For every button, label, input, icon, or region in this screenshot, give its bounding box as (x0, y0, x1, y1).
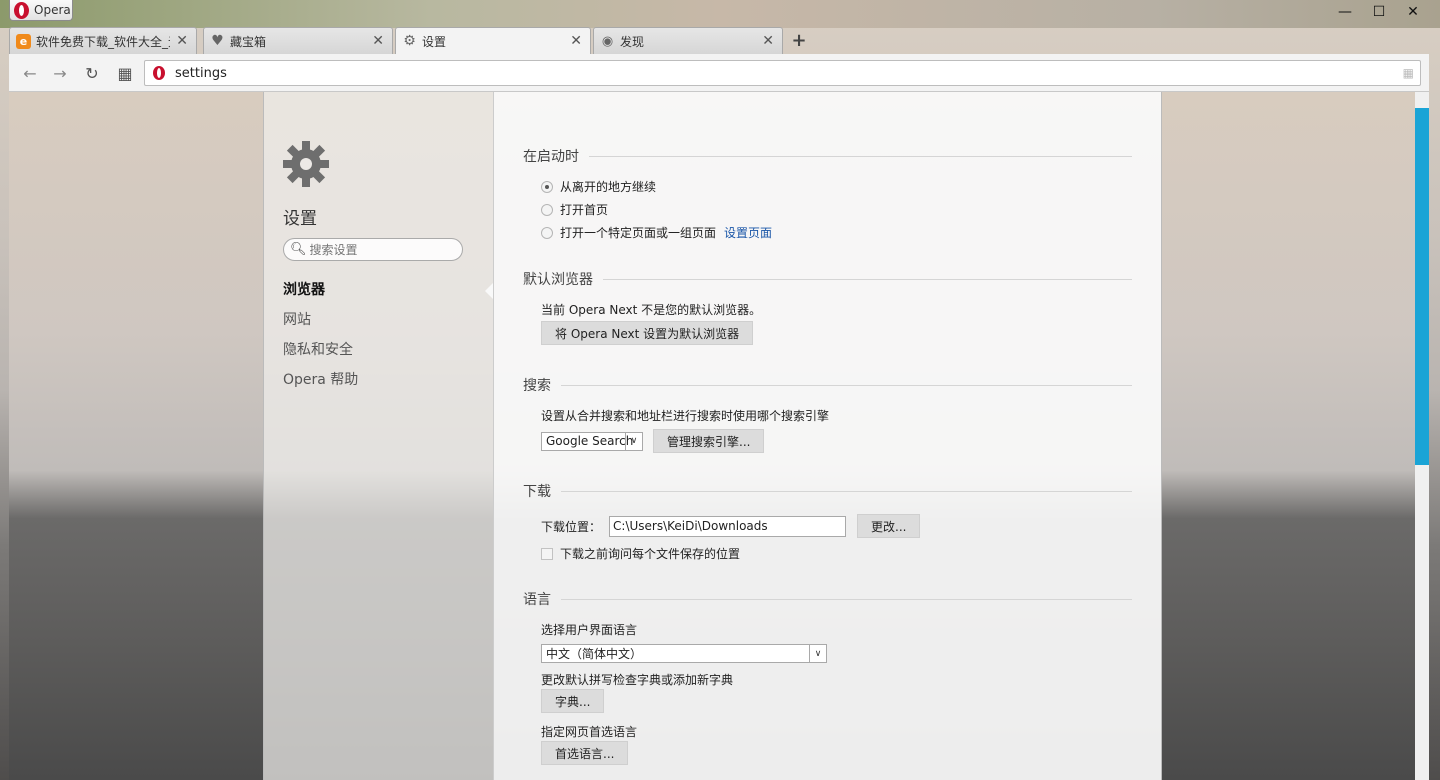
set-pages-link[interactable]: 设置页面 (724, 224, 772, 241)
scrollbar[interactable] (1415, 92, 1429, 780)
option-label: 打开一个特定页面或一组页面 (560, 226, 717, 240)
opera-menu-label: Opera (34, 3, 71, 17)
startup-section: 在启动时 从离开的地方继续 打开首页 打开一个特定页面或一组页面 设置页面 (523, 146, 1132, 246)
close-icon[interactable]: ✕ (762, 33, 774, 49)
settings-gear-icon (283, 141, 329, 187)
opera-page-icon (153, 66, 165, 80)
section-title: 默认浏览器 (523, 269, 1132, 289)
address-text: settings (175, 65, 227, 81)
radio-button[interactable] (541, 180, 553, 193)
tab-software[interactable]: e 软件免费下载_软件大全_无 ✕ (9, 27, 197, 54)
sidebar-item-privacy[interactable]: 隐私和安全 (283, 340, 358, 370)
page-title: 设置 (283, 209, 317, 229)
navigation-toolbar: ← → ↻ ▦ settings ▦ (9, 54, 1429, 92)
page-content: 设置 🔍︎ 浏览器 网站 隐私和安全 Opera 帮助 在启动时 从离开的地方继… (9, 92, 1429, 780)
close-icon[interactable]: ✕ (176, 33, 188, 49)
search-engine-select[interactable]: Google Search ∨ (541, 431, 643, 451)
search-icon: 🔍︎ (290, 242, 307, 257)
heart-icon: ♥ (211, 33, 224, 49)
search-controls: Google Search ∨ 管理搜索引擎... (541, 429, 765, 453)
close-icon[interactable]: ✕ (570, 33, 582, 49)
eye-icon: ◉ (601, 33, 614, 49)
manage-search-engines-button[interactable]: 管理搜索引擎... (653, 429, 765, 453)
maximize-button[interactable]: ☐ (1362, 2, 1396, 22)
section-title: 语言 (523, 589, 1132, 609)
speed-dial-button[interactable]: ▦ (115, 63, 135, 83)
window-titlebar: Opera — ☐ ✕ (0, 0, 1440, 28)
dictionaries-button[interactable]: 字典... (541, 689, 605, 713)
set-default-browser-button[interactable]: 将 Opera Next 设置为默认浏览器 (541, 321, 754, 345)
preferred-language-label: 指定网页首选语言 (541, 725, 638, 739)
tab-label: 设置 (422, 34, 447, 49)
download-location-row: 下载位置： C:\Users\KeiDi\Downloads 更改... (541, 514, 921, 538)
tab-stash[interactable]: ♥ 藏宝箱 ✕ (203, 27, 393, 54)
section-title-text: 默认浏览器 (523, 272, 593, 288)
opera-logo-icon (14, 1, 29, 19)
settings-search[interactable]: 🔍︎ (283, 238, 463, 261)
option-label: 从离开的地方继续 (560, 180, 657, 194)
back-button[interactable]: ← (20, 63, 40, 83)
tab-label: 藏宝箱 (230, 34, 267, 49)
close-window-button[interactable]: ✕ (1396, 2, 1430, 22)
language-section: 语言 选择用户界面语言 中文（简体中文） ∨ 更改默认拼写检查字典或添加新字典 … (523, 589, 1132, 779)
checkbox-label: 下载之前询问每个文件保存的位置 (560, 547, 741, 561)
section-title: 下载 (523, 481, 1132, 501)
sidebar-item-browser[interactable]: 浏览器 (283, 280, 358, 310)
address-bar[interactable]: settings ▦ (144, 60, 1421, 86)
sidebar-item-websites[interactable]: 网站 (283, 310, 358, 340)
orange-e-icon: e (16, 33, 31, 49)
tab-discover[interactable]: ◉ 发现 ✕ (593, 27, 783, 54)
default-browser-status: 当前 Opera Next 不是您的默认浏览器。 (541, 303, 762, 317)
ask-before-download-checkbox[interactable] (541, 547, 553, 560)
reload-button[interactable]: ↻ (82, 63, 102, 83)
minimize-button[interactable]: — (1328, 2, 1362, 22)
spell-check-label: 更改默认拼写检查字典或添加新字典 (541, 673, 734, 687)
tab-bar: e 软件免费下载_软件大全_无 ✕ ♥ 藏宝箱 ✕ ⚙ 设置 ✕ ◉ 发现 ✕ … (9, 27, 1429, 54)
ui-language-select[interactable]: 中文（简体中文） ∨ (541, 644, 827, 663)
default-browser-section: 默认浏览器 当前 Opera Next 不是您的默认浏览器。 将 Opera N… (523, 269, 1132, 349)
chevron-down-icon: ∨ (625, 432, 642, 450)
section-title-text: 下载 (523, 484, 551, 500)
search-section: 搜索 设置从合并搜索和地址栏进行搜索时使用哪个搜索引擎 Google Searc… (523, 375, 1132, 455)
downloads-section: 下载 下载位置： C:\Users\KeiDi\Downloads 更改... … (523, 481, 1132, 571)
section-title-text: 在启动时 (523, 149, 579, 165)
startup-option-continue[interactable]: 从离开的地方继续 (541, 178, 656, 195)
window-controls: — ☐ ✕ (1328, 2, 1430, 22)
ui-language-label: 选择用户界面语言 (541, 623, 638, 637)
startup-option-pages[interactable]: 打开一个特定页面或一组页面 设置页面 (541, 224, 772, 241)
tab-settings[interactable]: ⚙ 设置 ✕ (395, 27, 591, 54)
section-title-text: 搜索 (523, 378, 551, 394)
select-value: Google Search (546, 434, 634, 448)
section-title-text: 语言 (523, 592, 551, 608)
settings-sidebar: 设置 🔍︎ 浏览器 网站 隐私和安全 Opera 帮助 (263, 92, 493, 780)
change-download-location-button[interactable]: 更改... (857, 514, 921, 538)
close-icon[interactable]: ✕ (372, 33, 384, 49)
search-description: 设置从合并搜索和地址栏进行搜索时使用哪个搜索引擎 (541, 409, 830, 423)
grid-icon[interactable]: ▦ (1403, 66, 1414, 80)
option-label: 打开首页 (560, 203, 609, 217)
search-input[interactable] (309, 242, 460, 257)
gear-icon: ⚙ (403, 33, 416, 49)
startup-option-home[interactable]: 打开首页 (541, 201, 608, 218)
settings-main: 在启动时 从离开的地方继续 打开首页 打开一个特定页面或一组页面 设置页面 默认… (493, 92, 1162, 780)
scrollbar-thumb[interactable] (1415, 108, 1429, 465)
section-title: 搜索 (523, 375, 1132, 395)
tab-label: 软件免费下载_软件大全_无 (36, 34, 171, 49)
tab-label: 发现 (620, 34, 645, 49)
preferred-languages-button[interactable]: 首选语言... (541, 741, 629, 765)
download-location-label: 下载位置： (541, 519, 602, 534)
section-title: 在启动时 (523, 146, 1132, 166)
forward-button[interactable]: → (50, 63, 70, 83)
select-value: 中文（简体中文） (546, 647, 643, 661)
sidebar-nav: 浏览器 网站 隐私和安全 Opera 帮助 (283, 280, 358, 400)
opera-menu-button[interactable]: Opera (9, 0, 73, 21)
ask-before-download-row[interactable]: 下载之前询问每个文件保存的位置 (541, 545, 740, 562)
radio-button[interactable] (541, 226, 553, 239)
new-tab-button[interactable]: + (789, 30, 809, 51)
sidebar-item-help[interactable]: Opera 帮助 (283, 370, 358, 400)
download-location-field[interactable]: C:\Users\KeiDi\Downloads (609, 515, 847, 537)
chevron-down-icon: ∨ (809, 645, 826, 662)
radio-button[interactable] (541, 203, 553, 216)
